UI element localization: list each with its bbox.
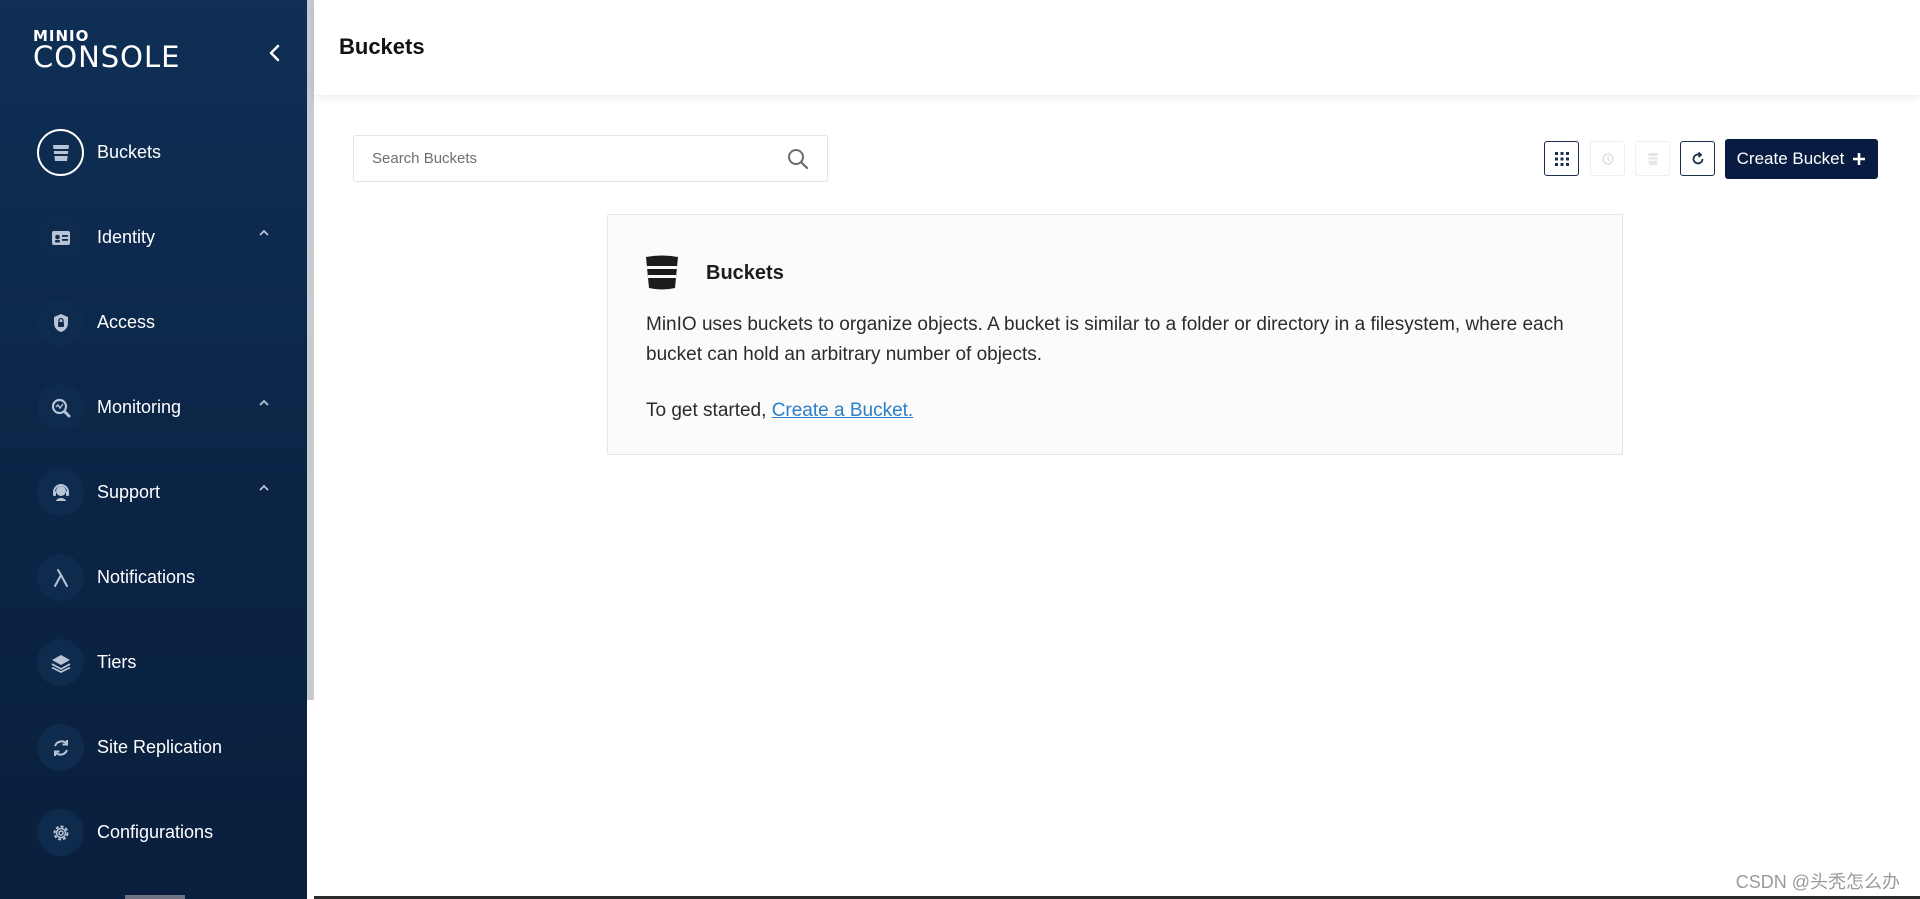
bucket-icon [646, 255, 678, 290]
collapse-sidebar-button[interactable] [262, 40, 288, 66]
sidebar-item-label: Notifications [97, 567, 196, 587]
gear-icon [37, 809, 84, 856]
sidebar-item-label: Buckets [97, 142, 162, 162]
sidebar-item-label: Tiers [97, 652, 137, 672]
sidebar-item-label: Monitoring [97, 397, 182, 417]
bottom-scroll-indicator [125, 895, 185, 899]
sidebar-item-access[interactable]: Access [0, 280, 307, 365]
manage-buckets-button[interactable] [1635, 141, 1670, 176]
sidebar-item-label: Configurations [97, 822, 214, 842]
layers-icon [37, 639, 84, 686]
sidebar-scrollbar[interactable] [307, 0, 314, 700]
support-icon [37, 469, 84, 516]
refresh-button[interactable] [1680, 141, 1715, 176]
search-input[interactable] [372, 136, 772, 181]
create-bucket-link[interactable]: Create a Bucket. [772, 400, 914, 421]
refresh-icon [1692, 151, 1703, 164]
minio-console-logo[interactable]: MINIO CONSOLE [33, 28, 180, 72]
page-header: Buckets [314, 0, 1920, 95]
sidebar-item-monitoring[interactable]: Monitoring [0, 365, 307, 450]
sidebar-item-label: Support [97, 482, 161, 502]
replication-icon [37, 724, 84, 771]
id-card-icon [37, 214, 84, 261]
create-bucket-label: Create Bucket [1736, 149, 1845, 168]
create-bucket-button[interactable]: Create Bucket [1725, 139, 1878, 179]
sidebar-nav: Buckets Identity Access Monitoring Suppo… [0, 110, 307, 875]
monitoring-icon [37, 384, 84, 431]
chevron-up-icon [259, 399, 269, 406]
lambda-icon [37, 554, 84, 601]
sidebar-item-identity[interactable]: Identity [0, 195, 307, 280]
chevron-up-icon [259, 484, 269, 491]
card-get-started: To get started, Create a Bucket. [646, 400, 913, 422]
chevron-left-icon [269, 44, 280, 62]
watermark: CSDN @头秃怎么办 [1735, 872, 1900, 892]
sidebar-item-label: Identity [97, 227, 156, 247]
sidebar-item-buckets[interactable]: Buckets [0, 110, 307, 195]
card-description: MinIO uses buckets to organize objects. … [646, 314, 1564, 365]
sidebar: MINIO CONSOLE Buckets Identity Access Mo… [0, 0, 307, 899]
sidebar-item-configurations[interactable]: Configurations [0, 790, 307, 875]
grid-icon [1554, 151, 1569, 166]
chevron-up-icon [259, 229, 269, 236]
bucket-list-icon [1647, 152, 1658, 165]
get-started-text: To get started, [646, 400, 767, 421]
buckets-info-card: Buckets MinIO uses buckets to organize o… [607, 214, 1623, 455]
sidebar-scroll-track [307, 700, 314, 899]
sidebar-item-label: Access [97, 312, 156, 332]
page-title: Buckets [339, 34, 425, 59]
sidebar-item-notifications[interactable]: Notifications [0, 535, 307, 620]
lock-shield-icon [37, 299, 84, 346]
search-icon[interactable] [787, 148, 809, 170]
sidebar-item-label: Site Replication [97, 737, 223, 757]
logo-big-text: CONSOLE [33, 40, 181, 74]
bucket-icon [37, 129, 84, 176]
lifecycle-icon [1601, 152, 1614, 165]
sidebar-item-site-replication[interactable]: Site Replication [0, 705, 307, 790]
grid-view-button[interactable] [1544, 141, 1579, 176]
sidebar-item-tiers[interactable]: Tiers [0, 620, 307, 705]
set-lifecycle-button[interactable] [1590, 141, 1625, 176]
card-title: Buckets [706, 262, 784, 284]
plus-icon [1853, 153, 1866, 165]
search-box [353, 135, 828, 182]
sidebar-item-support[interactable]: Support [0, 450, 307, 535]
